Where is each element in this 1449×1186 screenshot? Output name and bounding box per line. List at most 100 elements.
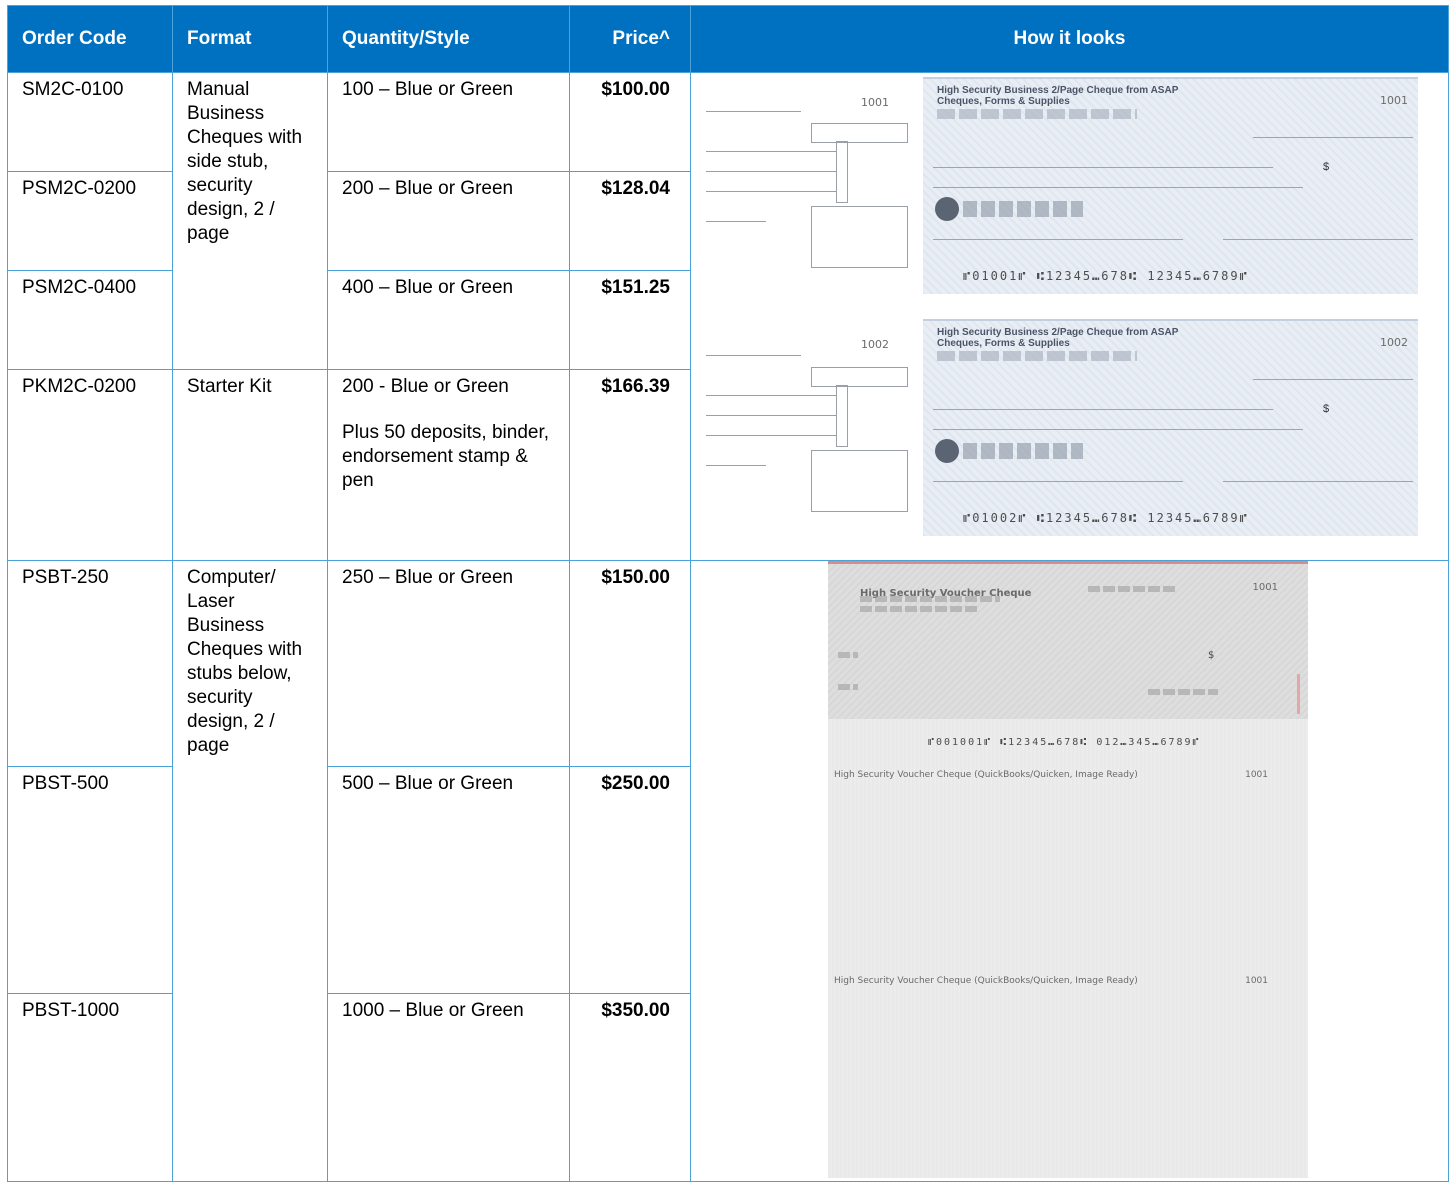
stub-box	[836, 385, 848, 447]
header-how-it-looks: How it looks	[690, 5, 1449, 73]
voucher-stub-title-2: High Security Voucher Cheque (QuickBooks…	[834, 976, 1138, 986]
voucher-text-blur	[860, 606, 980, 612]
price-cell: $151.25	[569, 270, 691, 370]
table-row: PSBT-250 Computer/ Laser Business Cheque…	[7, 560, 1449, 1182]
bank-text-blur	[1088, 586, 1178, 592]
stub-line	[706, 395, 836, 396]
table-row: SM2C-0100 Manual Business Cheques with s…	[7, 72, 1449, 561]
credit-union-logo-icon	[935, 439, 959, 463]
credit-union-text	[963, 443, 1083, 459]
voucher-micr-line: ⑈001001⑈ ⑆12345⑉678⑆ 012⑉345⑉6789⑈	[928, 737, 1201, 748]
memo-line	[933, 239, 1183, 240]
cheque-stub	[706, 355, 908, 525]
voucher-text-blur	[860, 596, 1000, 602]
cheque-body: High Security Business 2/Page Cheque fro…	[923, 319, 1418, 536]
header-quantity-style: Quantity/Style	[327, 5, 570, 73]
order-code-cell: PBST-1000	[7, 993, 173, 1182]
stub-box	[836, 141, 848, 203]
cheque-subtext	[937, 351, 1137, 361]
quantity-cell: 500 – Blue or Green	[327, 766, 570, 994]
cheque-number: 1002	[1380, 336, 1408, 349]
manual-cheque-sample-cell: 1001 High Security Business 2/Page Chequ…	[690, 72, 1449, 561]
stub-box	[811, 367, 908, 387]
stub-box	[811, 450, 908, 512]
manual-cheque-2: 1002 High Security Business 2/Page Chequ…	[691, 311, 1426, 551]
voucher-page: High Security Voucher Cheque 1001 $ ⑈001…	[828, 561, 1308, 1178]
cheque-subtext	[937, 109, 1137, 119]
order-code-cell: PKM2C-0200	[7, 369, 173, 561]
order-code-cell: PBST-500	[7, 766, 173, 994]
credit-union-logo-icon	[935, 197, 959, 221]
voucher-heading: High Security Voucher Cheque	[860, 588, 1032, 599]
quantity-cell: 1000 – Blue or Green	[327, 993, 570, 1182]
price-cell: $128.04	[569, 171, 691, 271]
voucher-stub-title-1: High Security Voucher Cheque (QuickBooks…	[834, 770, 1138, 780]
amount-line	[933, 429, 1303, 430]
voucher-stub-number-1: 1001	[1245, 770, 1268, 780]
format-cell-laser: Computer/ Laser Business Cheques with st…	[172, 560, 328, 1182]
date-line	[1253, 137, 1413, 138]
format-cell-manual: Manual Business Cheques with side stub, …	[172, 72, 328, 370]
price-cell: $150.00	[569, 560, 691, 767]
payee-line	[933, 409, 1273, 410]
cheque-heading: High Security Business 2/Page Cheque fro…	[937, 85, 1179, 107]
memo-line	[933, 481, 1183, 482]
dollar-sign: $	[1323, 403, 1330, 415]
manual-cheque-1: 1001 High Security Business 2/Page Chequ…	[691, 77, 1426, 317]
stub-line	[706, 171, 836, 172]
manual-cheque-sample-image: 1001 High Security Business 2/Page Chequ…	[691, 73, 1426, 554]
quantity-cell: 200 - Blue or Green Plus 50 deposits, bi…	[327, 369, 570, 561]
price-cell: $250.00	[569, 766, 691, 994]
credit-union-text	[963, 201, 1083, 217]
signature-label-blur	[1148, 689, 1218, 695]
format-cell-starter: Starter Kit	[172, 369, 328, 561]
stub-cheque-number: 1002	[861, 338, 889, 351]
order-code-cell: PSBT-250	[7, 560, 173, 767]
micr-line: ⑈01002⑈ ⑆12345⑉678⑆ 12345⑉6789⑈	[963, 511, 1249, 525]
signature-line	[1223, 481, 1413, 482]
date-line	[1253, 379, 1413, 380]
quantity-cell: 200 – Blue or Green	[327, 171, 570, 271]
cheque-body: High Security Business 2/Page Cheque fro…	[923, 77, 1418, 294]
payee-line	[933, 167, 1273, 168]
quantity-cell: 100 – Blue or Green	[327, 72, 570, 172]
kit-includes-text: Plus 50 deposits, binder, endorsement st…	[342, 422, 550, 491]
stub-line	[706, 465, 766, 466]
laser-cheque-sample-image: High Security Voucher Cheque 1001 $ ⑈001…	[691, 561, 1426, 1178]
stub-line	[706, 151, 836, 152]
price-cell: $100.00	[569, 72, 691, 172]
header-format: Format	[172, 5, 328, 73]
quantity-cell: 400 – Blue or Green	[327, 270, 570, 370]
quantity-cell: 250 – Blue or Green	[327, 560, 570, 767]
cheque-number: 1001	[1380, 94, 1408, 107]
price-cell: $350.00	[569, 993, 691, 1182]
stub-box	[811, 206, 908, 268]
header-order-code: Order Code	[7, 5, 173, 73]
signature-line	[1223, 239, 1413, 240]
stub-line	[706, 191, 836, 192]
quantity-text: 200 - Blue or Green	[342, 376, 509, 397]
amount-line	[933, 187, 1303, 188]
stub-line	[706, 435, 836, 436]
order-code-cell: PSM2C-0400	[7, 270, 173, 370]
cheque-heading: High Security Business 2/Page Cheque fro…	[937, 327, 1179, 349]
stub-line	[706, 221, 766, 222]
cheque-stub	[706, 111, 908, 281]
dollar-sign: $	[1323, 161, 1330, 173]
voucher-edge-mark	[1297, 674, 1300, 714]
table-header-row: Order Code Format Quantity/Style Price^ …	[7, 5, 1449, 73]
cheque-price-table: Order Code Format Quantity/Style Price^ …	[7, 5, 1449, 1182]
price-cell: $166.39	[569, 369, 691, 561]
voucher-cheque: High Security Voucher Cheque 1001 $	[828, 561, 1308, 719]
order-code-cell: PSM2C-0200	[7, 171, 173, 271]
stub-line	[706, 355, 801, 356]
voucher-dollar-sign: $	[1208, 650, 1215, 661]
header-price: Price^	[569, 5, 691, 73]
voucher-stub-number-2: 1001	[1245, 976, 1268, 986]
stub-line	[706, 415, 836, 416]
stub-box	[811, 123, 908, 143]
voucher-cheque-number: 1001	[1252, 582, 1278, 593]
order-code-cell: SM2C-0100	[7, 72, 173, 172]
stub-line	[706, 111, 801, 112]
price-list-page: Order Code Format Quantity/Style Price^ …	[0, 0, 1449, 1186]
